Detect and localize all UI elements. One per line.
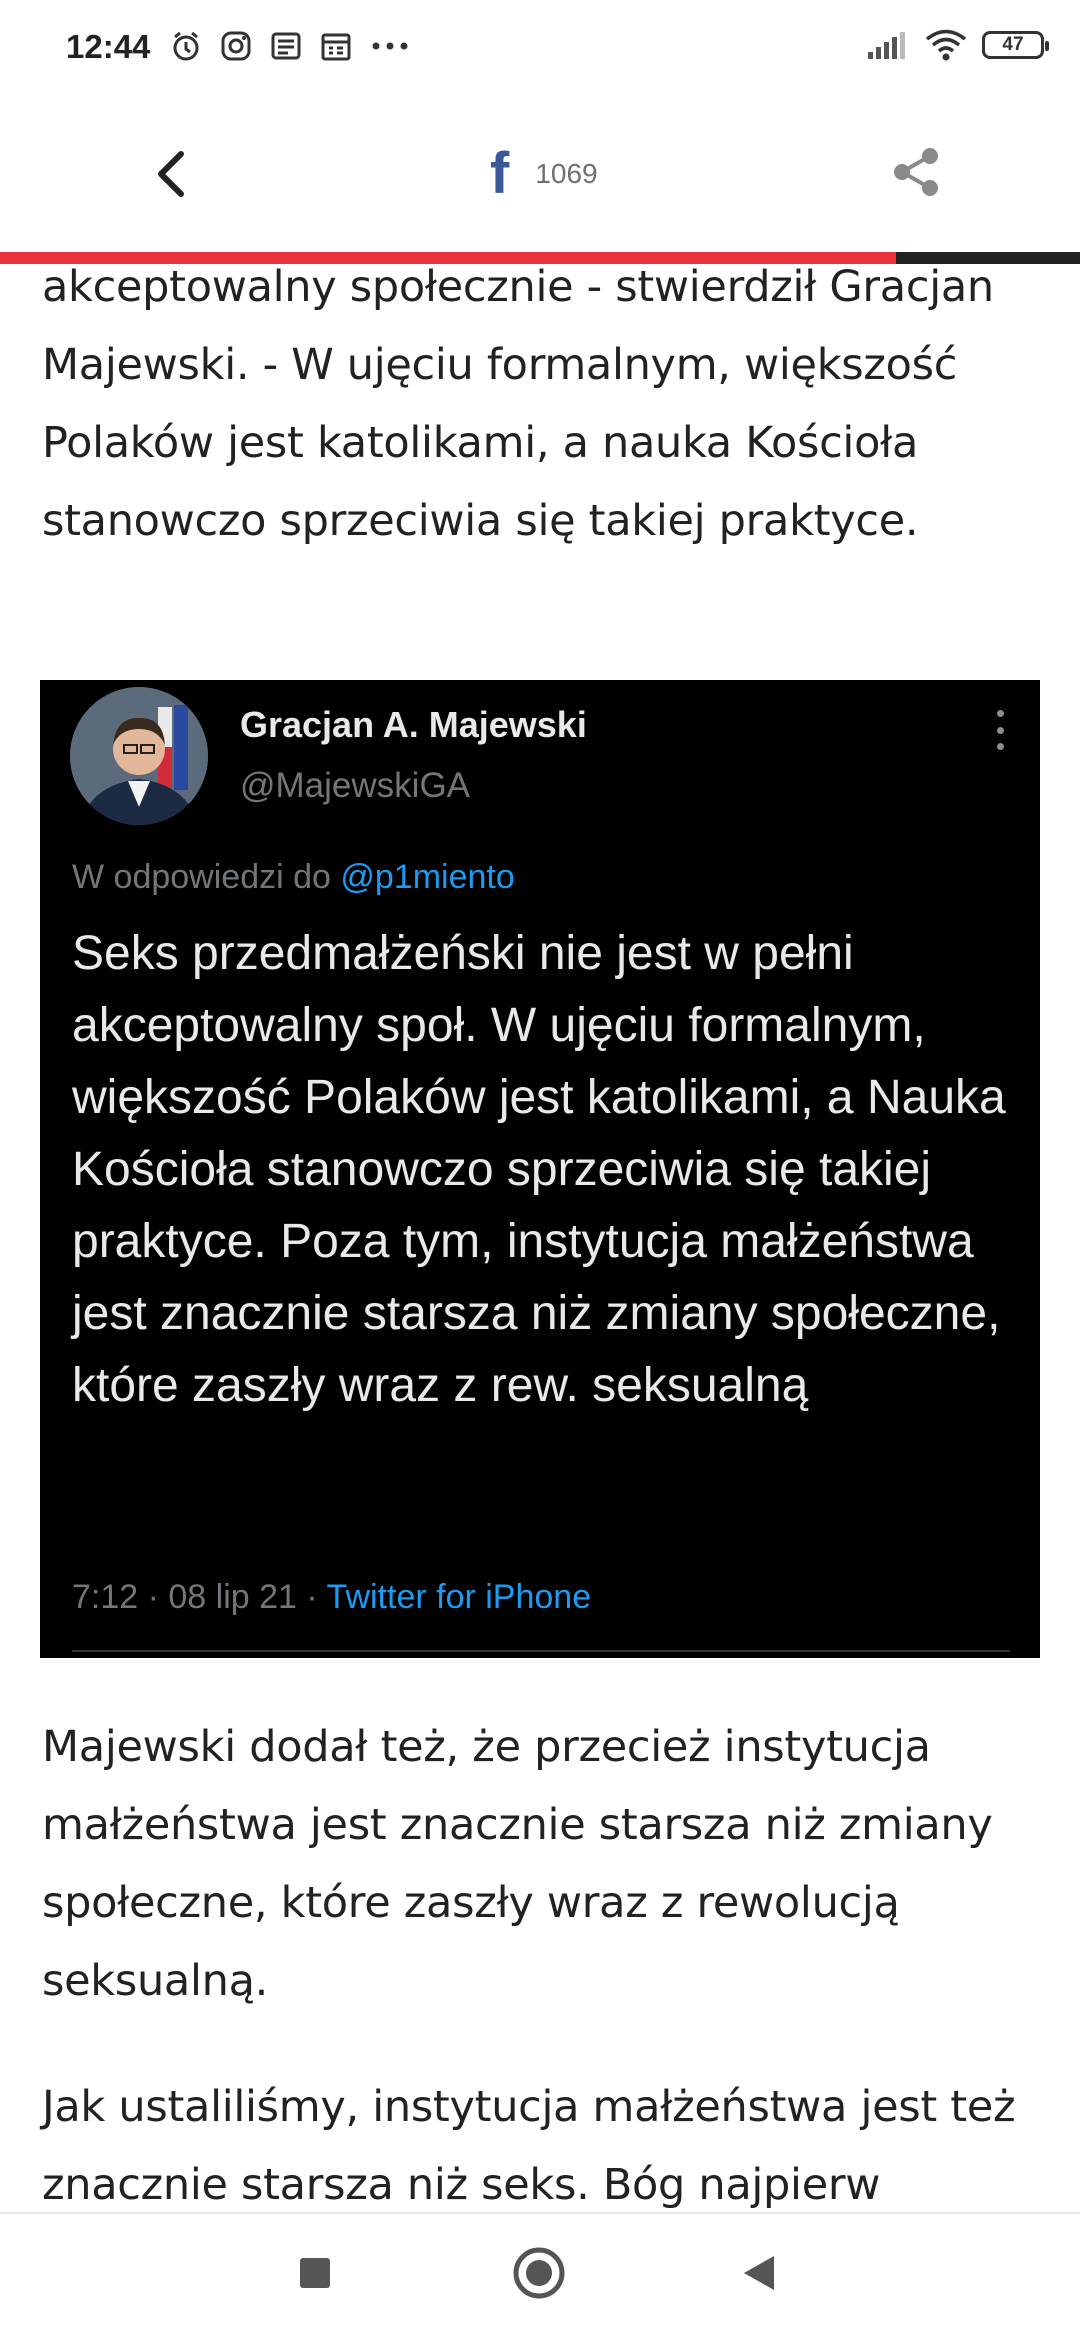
square-icon	[300, 2258, 330, 2288]
profile-photo	[70, 687, 208, 825]
facebook-icon: f	[490, 141, 510, 206]
instagram-icon	[221, 31, 251, 61]
battery-icon: 47	[982, 31, 1049, 59]
reply-mention-link[interactable]: @p1miento	[340, 858, 514, 896]
status-time: 12:44	[66, 28, 151, 65]
notification-icons	[170, 30, 410, 62]
facebook-share-count: 1069	[535, 158, 598, 189]
avatar[interactable]	[70, 687, 208, 825]
news-icon	[271, 32, 301, 60]
reply-prefix: W odpowiedzi do	[72, 858, 331, 896]
tweet-author-handle[interactable]: @MajewskiGA	[240, 766, 470, 806]
triangle-back-icon	[744, 2256, 774, 2290]
back-nav-button[interactable]	[740, 2254, 776, 2296]
more-dots-icon	[372, 42, 408, 50]
tweet-timestamp: 7:12 · 08 lip 21 ·	[72, 1578, 318, 1616]
facebook-share-button[interactable]: f 1069	[490, 141, 598, 207]
system-navigation-bar	[0, 2212, 1080, 2342]
tweet-source-link[interactable]: Twitter for iPhone	[327, 1578, 592, 1616]
home-button[interactable]	[512, 2246, 566, 2304]
article-paragraph: Jak ustaliliśmy, instytucja małżeństwa j…	[42, 2082, 1016, 2210]
recent-apps-button[interactable]	[298, 2256, 332, 2294]
tweet-meta: 7:12 · 08 lip 21 · Twitter for iPhone	[72, 1578, 591, 1617]
share-button[interactable]	[888, 144, 944, 200]
signal-icon	[868, 32, 905, 59]
share-icon	[894, 148, 938, 196]
chevron-left-icon	[158, 151, 184, 197]
home-circle-icon	[513, 2247, 565, 2299]
tweet-author-name[interactable]: Gracjan A. Majewski	[240, 704, 587, 746]
tweet-more-button[interactable]	[990, 710, 1010, 750]
reply-context: W odpowiedzi do @p1miento	[72, 858, 515, 897]
more-vertical-icon	[996, 710, 1004, 717]
divider	[72, 1650, 1010, 1652]
back-button[interactable]	[140, 136, 200, 212]
calendar-icon	[321, 33, 351, 61]
status-right: 47	[866, 28, 1049, 62]
article-paragraph: akceptowalny społecznie - stwierdził Gra…	[42, 262, 994, 546]
wifi-icon	[925, 29, 967, 61]
embedded-tweet[interactable]: Gracjan A. Majewski @MajewskiGA W odpowi…	[40, 680, 1040, 1658]
tweet-text: Seks przedmałżeński nie jest w pełni akc…	[72, 927, 1006, 1412]
article-paragraph: Majewski dodał też, że przecież instytuc…	[42, 1722, 993, 2006]
status-bar: 12:44 47	[0, 0, 1080, 96]
app-bar: f 1069	[0, 96, 1080, 252]
alarm-icon	[173, 31, 199, 61]
